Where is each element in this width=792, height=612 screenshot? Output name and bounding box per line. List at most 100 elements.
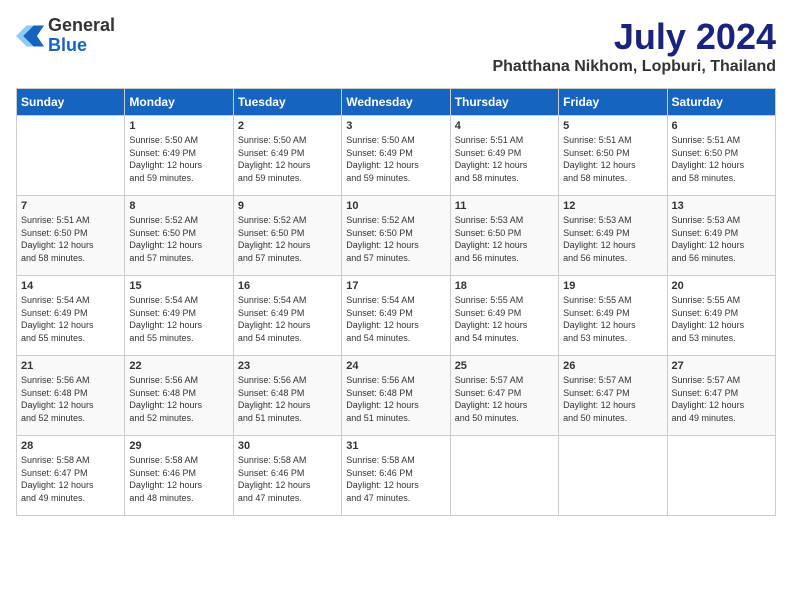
- day-number: 26: [563, 360, 662, 372]
- day-info: Sunrise: 5:58 AM Sunset: 6:47 PM Dayligh…: [21, 454, 120, 504]
- day-info: Sunrise: 5:53 AM Sunset: 6:49 PM Dayligh…: [672, 214, 771, 264]
- logo: General Blue: [16, 16, 115, 56]
- day-number: 20: [672, 280, 771, 292]
- day-number: 1: [129, 120, 228, 132]
- day-number: 10: [346, 200, 445, 212]
- location-title: Phatthana Nikhom, Lopburi, Thailand: [492, 58, 776, 76]
- header-day-tuesday: Tuesday: [233, 89, 341, 116]
- day-number: 12: [563, 200, 662, 212]
- day-info: Sunrise: 5:56 AM Sunset: 6:48 PM Dayligh…: [129, 374, 228, 424]
- day-number: 21: [21, 360, 120, 372]
- day-info: Sunrise: 5:53 AM Sunset: 6:50 PM Dayligh…: [455, 214, 554, 264]
- calendar-cell: 21 Sunrise: 5:56 AM Sunset: 6:48 PM Dayli…: [17, 356, 125, 436]
- calendar-cell: 3Sunrise: 5:50 AM Sunset: 6:49 PM Daylig…: [342, 116, 450, 196]
- day-number: 15: [129, 280, 228, 292]
- day-info: Sunrise: 5:56 AM Sunset: 6:48 PM Dayligh…: [346, 374, 445, 424]
- calendar-cell: 24 Sunrise: 5:56 AM Sunset: 6:48 PM Dayli…: [342, 356, 450, 436]
- calendar-cell: 1 Sunrise: 5:50 AM Sunset: 6:49 PM Daylig…: [125, 116, 233, 196]
- day-info: Sunrise: 5:53 AM Sunset: 6:49 PM Dayligh…: [563, 214, 662, 264]
- calendar-week-row: 14 Sunrise: 5:54 AM Sunset: 6:49 PM Dayli…: [17, 276, 776, 356]
- calendar-cell: 22 Sunrise: 5:56 AM Sunset: 6:48 PM Dayli…: [125, 356, 233, 436]
- day-info: Sunrise: 5:55 AM Sunset: 6:49 PM Dayligh…: [455, 294, 554, 344]
- day-info: Sunrise: 5:58 AM Sunset: 6:46 PM Dayligh…: [238, 454, 337, 504]
- calendar-cell: 16 Sunrise: 5:54 AM Sunset: 6:49 PM Dayli…: [233, 276, 341, 356]
- day-number: 2: [238, 120, 337, 132]
- day-number: 28: [21, 440, 120, 452]
- calendar-cell: 31 Sunrise: 5:58 AM Sunset: 6:46 PM Dayli…: [342, 436, 450, 516]
- day-info: Sunrise: 5:55 AM Sunset: 6:49 PM Dayligh…: [672, 294, 771, 344]
- day-number: 24: [346, 360, 445, 372]
- calendar-cell: 25Sunrise: 5:57 AM Sunset: 6:47 PM Dayli…: [450, 356, 558, 436]
- day-info: Sunrise: 5:56 AM Sunset: 6:48 PM Dayligh…: [21, 374, 120, 424]
- calendar-cell: 13 Sunrise: 5:53 AM Sunset: 6:49 PM Dayli…: [667, 196, 775, 276]
- day-number: 6: [672, 120, 771, 132]
- month-year-title: July 2024: [492, 16, 776, 58]
- header-day-monday: Monday: [125, 89, 233, 116]
- calendar-cell: 11 Sunrise: 5:53 AM Sunset: 6:50 PM Dayli…: [450, 196, 558, 276]
- day-info: Sunrise: 5:51 AM Sunset: 6:49 PM Dayligh…: [455, 134, 554, 184]
- calendar-cell: 28 Sunrise: 5:58 AM Sunset: 6:47 PM Dayli…: [17, 436, 125, 516]
- calendar-cell: 8Sunrise: 5:52 AM Sunset: 6:50 PM Daylig…: [125, 196, 233, 276]
- day-info: Sunrise: 5:54 AM Sunset: 6:49 PM Dayligh…: [346, 294, 445, 344]
- day-info: Sunrise: 5:58 AM Sunset: 6:46 PM Dayligh…: [346, 454, 445, 504]
- day-number: 7: [21, 200, 120, 212]
- day-info: Sunrise: 5:54 AM Sunset: 6:49 PM Dayligh…: [21, 294, 120, 344]
- calendar-cell: 12 Sunrise: 5:53 AM Sunset: 6:49 PM Dayli…: [559, 196, 667, 276]
- calendar-cell: [667, 436, 775, 516]
- calendar-header-row: SundayMondayTuesdayWednesdayThursdayFrid…: [17, 89, 776, 116]
- calendar-cell: 14 Sunrise: 5:54 AM Sunset: 6:49 PM Dayli…: [17, 276, 125, 356]
- calendar-cell: [559, 436, 667, 516]
- day-info: Sunrise: 5:50 AM Sunset: 6:49 PM Dayligh…: [346, 134, 445, 184]
- calendar-table: SundayMondayTuesdayWednesdayThursdayFrid…: [16, 88, 776, 516]
- day-info: Sunrise: 5:51 AM Sunset: 6:50 PM Dayligh…: [672, 134, 771, 184]
- calendar-cell: 6 Sunrise: 5:51 AM Sunset: 6:50 PM Daylig…: [667, 116, 775, 196]
- calendar-cell: 29 Sunrise: 5:58 AM Sunset: 6:46 PM Dayli…: [125, 436, 233, 516]
- day-number: 5: [563, 120, 662, 132]
- header-day-wednesday: Wednesday: [342, 89, 450, 116]
- day-number: 23: [238, 360, 337, 372]
- day-number: 14: [21, 280, 120, 292]
- day-info: Sunrise: 5:52 AM Sunset: 6:50 PM Dayligh…: [129, 214, 228, 264]
- day-info: Sunrise: 5:54 AM Sunset: 6:49 PM Dayligh…: [238, 294, 337, 344]
- calendar-cell: [450, 436, 558, 516]
- day-info: Sunrise: 5:57 AM Sunset: 6:47 PM Dayligh…: [455, 374, 554, 424]
- day-number: 22: [129, 360, 228, 372]
- logo-icon: [16, 22, 44, 50]
- calendar-cell: 7Sunrise: 5:51 AM Sunset: 6:50 PM Daylig…: [17, 196, 125, 276]
- day-number: 16: [238, 280, 337, 292]
- calendar-cell: 15 Sunrise: 5:54 AM Sunset: 6:49 PM Dayli…: [125, 276, 233, 356]
- day-number: 29: [129, 440, 228, 452]
- day-number: 31: [346, 440, 445, 452]
- logo-blue-text: Blue: [48, 36, 115, 56]
- calendar-cell: 10 Sunrise: 5:52 AM Sunset: 6:50 PM Dayli…: [342, 196, 450, 276]
- calendar-cell: 9Sunrise: 5:52 AM Sunset: 6:50 PM Daylig…: [233, 196, 341, 276]
- day-number: 9: [238, 200, 337, 212]
- calendar-cell: 20 Sunrise: 5:55 AM Sunset: 6:49 PM Dayli…: [667, 276, 775, 356]
- logo-general-text: General: [48, 16, 115, 36]
- day-number: 4: [455, 120, 554, 132]
- calendar-cell: 18 Sunrise: 5:55 AM Sunset: 6:49 PM Dayli…: [450, 276, 558, 356]
- day-info: Sunrise: 5:51 AM Sunset: 6:50 PM Dayligh…: [563, 134, 662, 184]
- day-info: Sunrise: 5:52 AM Sunset: 6:50 PM Dayligh…: [346, 214, 445, 264]
- day-info: Sunrise: 5:55 AM Sunset: 6:49 PM Dayligh…: [563, 294, 662, 344]
- header-day-saturday: Saturday: [667, 89, 775, 116]
- day-number: 27: [672, 360, 771, 372]
- day-number: 13: [672, 200, 771, 212]
- calendar-week-row: 21 Sunrise: 5:56 AM Sunset: 6:48 PM Dayli…: [17, 356, 776, 436]
- header-day-sunday: Sunday: [17, 89, 125, 116]
- calendar-week-row: 1 Sunrise: 5:50 AM Sunset: 6:49 PM Daylig…: [17, 116, 776, 196]
- day-info: Sunrise: 5:54 AM Sunset: 6:49 PM Dayligh…: [129, 294, 228, 344]
- day-number: 11: [455, 200, 554, 212]
- calendar-cell: 23Sunrise: 5:56 AM Sunset: 6:48 PM Dayli…: [233, 356, 341, 436]
- calendar-cell: [17, 116, 125, 196]
- day-info: Sunrise: 5:50 AM Sunset: 6:49 PM Dayligh…: [238, 134, 337, 184]
- day-number: 30: [238, 440, 337, 452]
- calendar-cell: 30 Sunrise: 5:58 AM Sunset: 6:46 PM Dayli…: [233, 436, 341, 516]
- day-info: Sunrise: 5:58 AM Sunset: 6:46 PM Dayligh…: [129, 454, 228, 504]
- calendar-week-row: 7Sunrise: 5:51 AM Sunset: 6:50 PM Daylig…: [17, 196, 776, 276]
- header-day-friday: Friday: [559, 89, 667, 116]
- day-number: 18: [455, 280, 554, 292]
- day-info: Sunrise: 5:57 AM Sunset: 6:47 PM Dayligh…: [563, 374, 662, 424]
- day-info: Sunrise: 5:50 AM Sunset: 6:49 PM Dayligh…: [129, 134, 228, 184]
- calendar-cell: 27Sunrise: 5:57 AM Sunset: 6:47 PM Dayli…: [667, 356, 775, 436]
